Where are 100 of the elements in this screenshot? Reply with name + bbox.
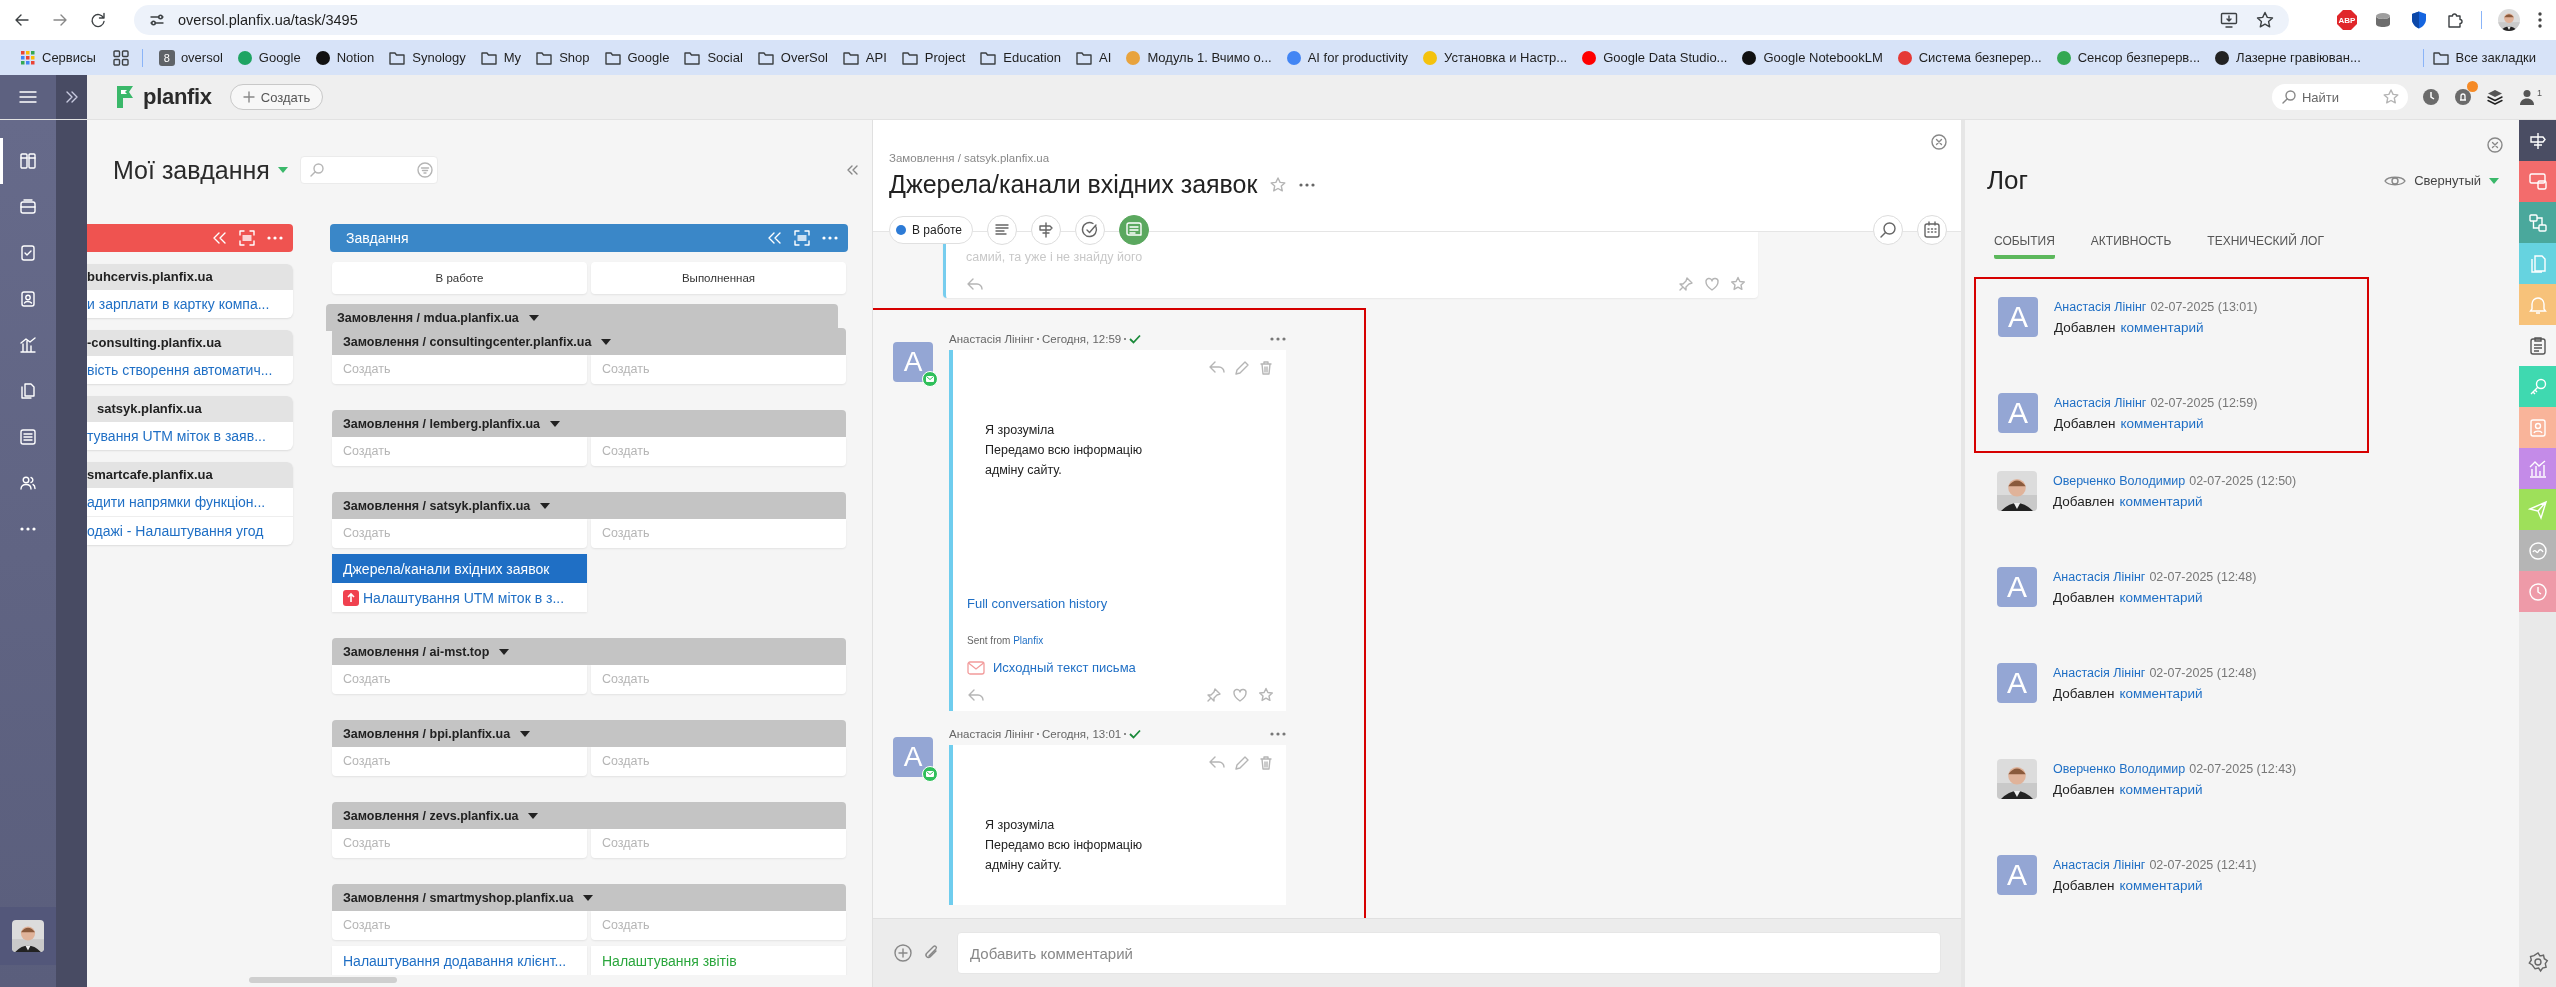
author-name[interactable]: Анастасія Лінінг — [949, 728, 1034, 740]
bookmark[interactable]: Education — [973, 45, 1068, 70]
breadcrumb-link[interactable]: Замовлення / satsyk.planfix.ua — [889, 152, 1316, 164]
task-card[interactable]: Налаштування додавання клієнт... — [332, 946, 587, 975]
comment-link[interactable]: комментарий — [2119, 493, 2203, 509]
task-card[interactable]: Налаштування UTM міток в з... — [332, 583, 587, 612]
avatar: A — [1997, 855, 2037, 895]
bookmark[interactable]: Модуль 1. Вчимо о... — [1119, 45, 1278, 70]
author-name[interactable]: Анастасія Лінінг — [949, 333, 1034, 345]
bookmark[interactable]: OverSol — [750, 45, 834, 70]
avatar: A — [893, 342, 933, 382]
event-date: 02-07-2025 (12:48) — [2149, 569, 2257, 584]
comment-link[interactable]: комментарий — [2119, 589, 2203, 605]
bookmark[interactable]: Synology — [382, 45, 472, 70]
group-header[interactable]: Замовлення / lemberg.planfix.ua — [332, 410, 846, 437]
history-link[interactable]: Full conversation history — [967, 596, 1274, 611]
author-link[interactable]: Анастасія Лінінг — [2053, 665, 2146, 680]
author-link[interactable]: Анастасія Лінінг — [2053, 857, 2146, 872]
task-link[interactable]: одажі - Налаштування угод — [87, 517, 293, 545]
group-header[interactable]: Замовлення / bpi.planfix.ua — [332, 720, 846, 747]
bookmark[interactable]: Сервисы — [14, 45, 102, 70]
bookmark[interactable]: Google NotebookLM — [1735, 45, 1889, 70]
group-header[interactable]: Замовлення / consultingcenter.planfix.ua — [332, 328, 846, 355]
page-title: Мої завдання — [113, 155, 270, 185]
status-button[interactable]: В работе — [889, 216, 973, 244]
task-link[interactable]: тування UTM міток в заяв... — [87, 422, 293, 450]
event-text: Добавлен — [2053, 493, 2115, 509]
event-text: Добавлен — [2054, 319, 2116, 335]
bookmark[interactable]: 8 oversol — [152, 45, 229, 70]
avatar: A — [1997, 567, 2037, 607]
bookmark[interactable]: Google — [597, 45, 676, 70]
tab[interactable]: АКТИВНОСТЬ — [2090, 234, 2172, 259]
logo-text: planfix — [143, 84, 212, 110]
bookmark[interactable]: API — [835, 45, 893, 70]
task-link[interactable]: и зарплати в картку компа... — [87, 290, 293, 318]
group-header[interactable]: Замовлення / zevs.planfix.ua — [332, 802, 846, 829]
comment-text: Я зрозуміла Передамо всю інформацію адміну сайту. — [985, 817, 1144, 874]
event-date: 02-07-2025 (12:48) — [2149, 665, 2257, 680]
tab[interactable]: ТЕХНИЧЕСКИЙ ЛОГ — [2207, 234, 2324, 259]
bookmark[interactable]: AI — [1069, 45, 1118, 70]
bookmark[interactable]: Social — [677, 45, 749, 70]
author-link[interactable]: Оверченко Володимир — [2053, 761, 2186, 776]
task-link[interactable]: адити напрямки функціон... — [87, 488, 293, 517]
comment-link[interactable]: комментарий — [2120, 415, 2204, 431]
comment-text: Я зрозуміла Передамо всю інформацію адміну сайту. — [985, 422, 1144, 479]
task-title: Джерела/канали вхідних заявок — [889, 170, 1258, 199]
bookmark[interactable]: AI for productivity — [1279, 45, 1415, 70]
event-text: Добавлен — [2054, 415, 2116, 431]
comment-link[interactable]: комментарий — [2119, 781, 2203, 797]
bookmark[interactable]: Project — [894, 45, 972, 70]
bookmark[interactable]: Notion — [308, 45, 381, 70]
bookmark[interactable]: Google Data Studio... — [1575, 45, 1734, 70]
tab[interactable]: СОБЫТИЯ — [1994, 234, 2055, 259]
bookmark[interactable]: Shop — [529, 45, 596, 70]
adblock-extension[interactable]: ABP — [2337, 10, 2357, 30]
comment-link[interactable]: комментарий — [2119, 877, 2203, 893]
author-link[interactable]: Анастасія Лінінг — [2054, 299, 2147, 314]
group-header[interactable]: Замовлення / ai-mst.top — [332, 638, 846, 665]
signature-text: Sent from Planfix — [967, 635, 1045, 646]
bookmark[interactable]: My — [473, 45, 528, 70]
column-header: Завдання — [330, 224, 848, 252]
author-link[interactable]: Анастасія Лінінг — [2053, 569, 2146, 584]
avatar: A — [1998, 393, 2038, 433]
bookmark[interactable]: Все закладки — [2425, 45, 2542, 70]
avatar: A — [1998, 297, 2038, 337]
site-icon: 8 — [158, 49, 175, 66]
bookmark[interactable]: Система безперер... — [1890, 45, 2048, 70]
bookmark[interactable]: Лазерне гравіюван... — [2208, 45, 2367, 70]
author-link[interactable]: Оверченко Володимир — [2053, 473, 2186, 488]
comment-field[interactable]: Добавить комментарий — [957, 932, 1941, 974]
bookmark[interactable]: Google — [230, 45, 307, 70]
planfix-link[interactable]: Planfix — [1013, 635, 1044, 646]
group-header[interactable]: Замовлення / satsyk.planfix.ua — [332, 492, 846, 519]
source-link[interactable]: Исходный текст письма — [993, 660, 1136, 675]
create-button[interactable]: Создать — [229, 84, 324, 110]
group-header[interactable]: Замовлення / smartmyshop.planfix.ua — [332, 884, 846, 911]
task-card[interactable]: Налаштування звітів — [591, 946, 846, 975]
event-text: Добавлен — [2053, 877, 2115, 893]
view-dropdown[interactable]: Свернутый — [2384, 173, 2499, 188]
search-field[interactable]: Найти — [2272, 84, 2408, 110]
task-link[interactable]: вість створення автоматич... — [87, 356, 293, 384]
event-date: 02-07-2025 (12:50) — [2189, 473, 2297, 488]
event-text: Добавлен — [2053, 781, 2115, 797]
group-title: smartcafe.planfix.ua — [87, 462, 293, 488]
author-link[interactable]: Анастасія Лінінг — [2054, 395, 2147, 410]
event-text: Добавлен — [2053, 685, 2115, 701]
status-column-header: Выполненная — [591, 262, 846, 294]
profile-count: 1 — [2537, 88, 2542, 98]
bookmark[interactable]: Сенсор безперерв... — [2049, 45, 2207, 70]
comment-link[interactable]: комментарий — [2120, 319, 2204, 335]
comment-link[interactable]: комментарий — [2119, 685, 2203, 701]
event-text: Добавлен — [2053, 589, 2115, 605]
comment-time: Сегодня, 12:59 — [1042, 333, 1122, 345]
task-card[interactable]: Джерела/канали вхідних заявок — [332, 554, 587, 583]
event-date: 02-07-2025 (12:43) — [2189, 761, 2297, 776]
status-column-header: В работе — [332, 262, 587, 294]
event-date: 02-07-2025 (12:41) — [2149, 857, 2257, 872]
bookmark[interactable]: Установка и Настр... — [1416, 45, 1574, 70]
group-title: buhcervis.planfix.ua — [87, 264, 293, 290]
address-bar[interactable]: oversol.planfix.ua/task/3495 — [134, 5, 2289, 35]
